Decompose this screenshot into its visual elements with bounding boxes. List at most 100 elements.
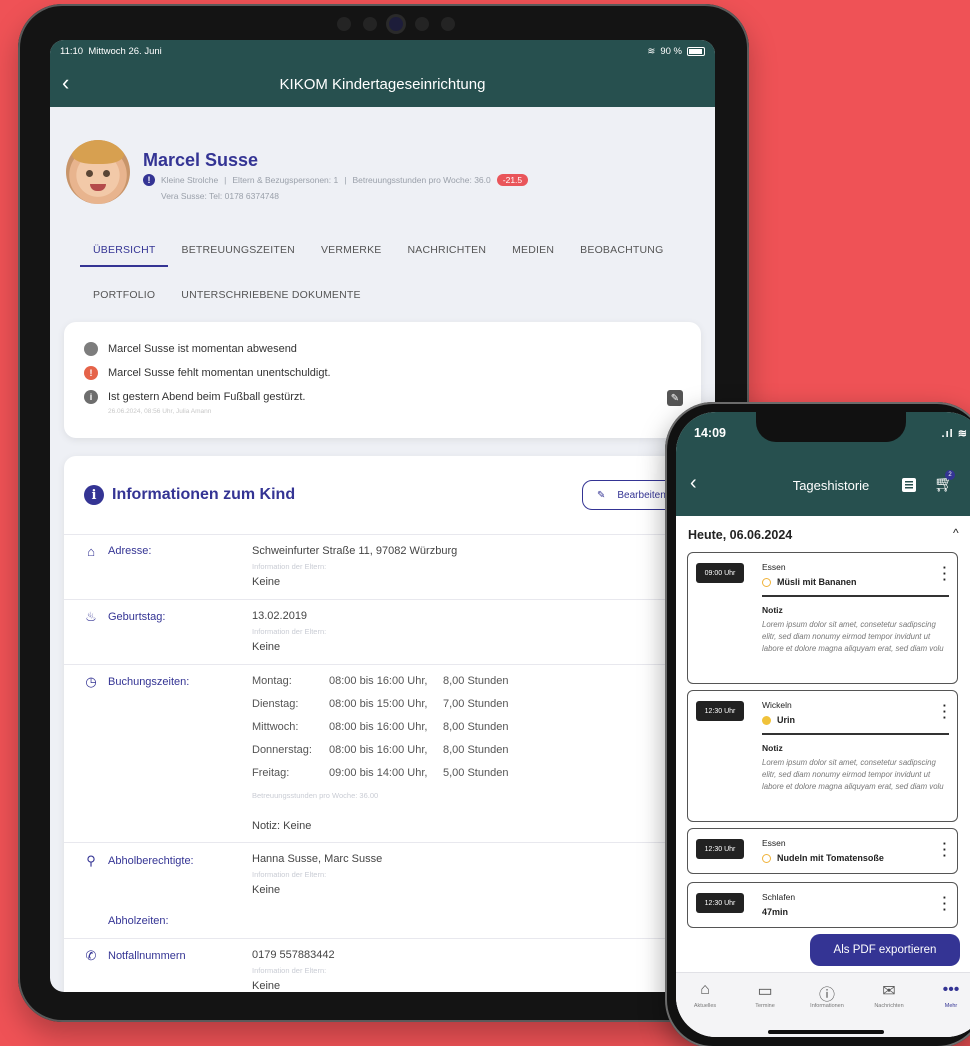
tab-betreuungszeiten[interactable]: BETREUUNGSZEITEN [168, 236, 307, 267]
pickup-label: ⚲ Abholberechtigte: [84, 853, 193, 868]
phone-status-time: 14:09 [694, 426, 726, 440]
more-vertical-icon[interactable]: · · · [943, 837, 947, 862]
tab-bar: ÜBERSICHT BETREUUNGSZEITEN VERMERKE NACH… [80, 236, 690, 310]
phone-screen: 14:09 .ıl ≋ ‹ Tageshistorie 🛒︎ 2 Heute, … [676, 412, 970, 1037]
tab-portfolio[interactable]: PORTFOLIO [80, 281, 168, 310]
address-label: ⌂ Adresse: [84, 544, 151, 559]
mail-icon: ✉ [882, 983, 896, 1000]
export-pdf-button[interactable]: Als PDF exportieren [810, 934, 960, 966]
status-badge: -21.5 [496, 174, 529, 186]
phone-device: 14:09 .ıl ≋ ‹ Tageshistorie 🛒︎ 2 Heute, … [665, 402, 970, 1046]
address-parent-info: Keine [252, 576, 281, 588]
booking-row: Mittwoch: 08:00 bis 16:00 Uhr, 8,00 Stunde… [252, 721, 509, 733]
battery-percent: 90 % [660, 45, 682, 57]
tab-uebersicht[interactable]: ÜBERSICHT [80, 236, 169, 267]
child-parents-count: Eltern & Bezugspersonen: 1 [232, 175, 339, 185]
nav-item-mehr[interactable]: ••• Mehr [922, 981, 970, 1009]
entry-note: Lorem ipsum dolor sit amet, consetetur s… [762, 620, 944, 653]
signal-icon: .ıl ≋ [941, 427, 968, 440]
child-weekly-hours: Betreuungsstunden pro Woche: 36.0 [352, 175, 491, 185]
parent-info-label: Information der Eltern: [252, 870, 327, 879]
pencil-icon: ✎ [597, 489, 606, 501]
tab-vermerke[interactable]: VERMERKE [308, 236, 395, 267]
entry-note-label: Notiz [762, 743, 783, 753]
entry-type: Wickeln [762, 700, 792, 710]
edit-note-icon[interactable]: ✎ [667, 390, 683, 406]
emergency-label: ✆ Notfallnummern [85, 948, 186, 963]
person-icon: ⚲ [86, 853, 96, 868]
nav-item-informationen[interactable]: ⓘ Informationen [798, 981, 856, 1009]
birthday-value: 13.02.2019 [252, 610, 308, 622]
avatar [66, 140, 130, 204]
date-heading: Heute, 06.06.2024 [688, 528, 793, 542]
calendar-icon: ▭ [757, 983, 773, 1000]
tab-unterschriebene-dokumente[interactable]: UNTERSCHRIEBENE DOKUMENTE [168, 281, 373, 310]
parent-info-label: Information der Eltern: [252, 562, 327, 571]
list-icon[interactable] [902, 478, 916, 492]
cart-count-badge: 2 [945, 470, 955, 480]
tablet-camera [336, 16, 456, 32]
tablet-status-bar: 11:10 Mittwoch 26. Juni ≋ 90 % [50, 40, 715, 62]
tablet-device: 11:10 Mittwoch 26. Juni ≋ 90 % ‹ KIKOM Ki… [18, 4, 749, 1022]
entry-time: 12:30 Uhr [696, 893, 744, 913]
status-date: Mittwoch 26. Juni [88, 45, 162, 57]
status-dot-icon [762, 577, 771, 587]
app-title: KIKOM Kindertageseinrichtung [279, 76, 486, 93]
entry-value: Urin [762, 715, 795, 725]
entry-type: Schlafen [762, 892, 796, 902]
booking-note: Notiz: Keine [252, 820, 312, 832]
child-info-card: i Informationen zum Kind ✎ Bearbeiten ⌂ A… [64, 456, 712, 992]
cake-icon: ♨ [85, 609, 97, 624]
phone-nav-title: Tageshistorie [792, 477, 870, 493]
alert-note: i Ist gestern Abend beim Fußball gestürz… [84, 390, 306, 404]
info-icon: ⓘ [818, 987, 835, 1004]
pickup-value: Hanna Susse, Marc Susse [252, 853, 383, 865]
list-item[interactable]: 12:30 Uhr Schlafen 47min · · · [687, 882, 958, 928]
alert-note-meta: 26.06.2024, 08:56 Uhr, Julia Amann [108, 408, 212, 415]
info-icon: i [84, 390, 98, 404]
nav-item-termine[interactable]: ▭ Termine [736, 981, 794, 1009]
warning-icon: ! [143, 174, 155, 186]
more-vertical-icon[interactable]: · · · [943, 561, 947, 586]
booking-row: Freitag: 09:00 bis 14:00 Uhr, 5,00 Stunden [252, 767, 509, 779]
back-icon[interactable]: ‹ [62, 72, 69, 94]
chevron-up-icon[interactable]: ^ [953, 526, 959, 540]
entry-value: Müsli mit Bananen [762, 577, 857, 587]
tab-nachrichten[interactable]: NACHRICHTEN [394, 236, 499, 267]
status-time: 11:10 [60, 45, 84, 57]
pickup-times-label: Abholzeiten: [108, 915, 169, 927]
bottom-nav: ⌂ Aktuelles ▭ Termine ⓘ Informationen ✉ Nach… [676, 972, 970, 1037]
emergency-parent-info: Keine [252, 980, 281, 992]
info-icon: i [84, 485, 104, 505]
back-icon[interactable]: ‹ [690, 472, 697, 495]
booking-total: Betreuungsstunden pro Woche: 36.00 [252, 791, 379, 800]
nav-item-aktuelles[interactable]: ⌂ Aktuelles [676, 981, 734, 1009]
tab-medien[interactable]: MEDIEN [499, 236, 567, 267]
more-vertical-icon[interactable]: · · · [943, 891, 947, 916]
pickup-parent-info: Keine [252, 884, 281, 896]
phone-notch [756, 412, 906, 442]
list-item[interactable]: 09:00 Uhr Essen Müsli mit Bananen · · · No… [687, 552, 958, 684]
entry-time: 12:30 Uhr [696, 839, 744, 859]
entry-note-label: Notiz [762, 605, 783, 615]
more-icon: ••• [942, 981, 960, 998]
parent-contact: Vera Susse: Tel: 0178 6374748 [161, 191, 279, 201]
booking-label: ◷ Buchungszeiten: [85, 674, 190, 689]
child-name: Marcel Susse [143, 150, 259, 170]
tablet-screen: 11:10 Mittwoch 26. Juni ≋ 90 % ‹ KIKOM Ki… [50, 40, 715, 992]
home-indicator [768, 1030, 884, 1034]
booking-row: Montag: 08:00 bis 16:00 Uhr, 8,00 Stunden [252, 675, 509, 687]
birthday-label: ♨ Geburtstag: [85, 609, 166, 624]
booking-row: Donnerstag: 08:00 bis 16:00 Uhr, 8,00 Stun… [252, 744, 509, 756]
list-item[interactable]: 12:30 Uhr Essen Nudeln mit Tomatensoße ·… [687, 828, 958, 874]
entry-time: 12:30 Uhr [696, 701, 744, 721]
tab-beobachtung[interactable]: BEOBACHTUNG [567, 236, 676, 267]
more-vertical-icon[interactable]: · · · [943, 699, 947, 724]
address-value: Schweinfurter Straße 11, 97082 Würzburg [252, 545, 458, 557]
nav-item-nachrichten[interactable]: ✉ Nachrichten [860, 981, 918, 1009]
absent-icon [84, 342, 98, 356]
home-icon: ⌂ [700, 981, 710, 998]
entry-note: Lorem ipsum dolor sit amet, consetetur s… [762, 758, 944, 791]
list-item[interactable]: 12:30 Uhr Wickeln Urin · · · Notiz Lorem i… [687, 690, 958, 822]
child-profile-header: Marcel Susse ! Kleine Strolche | Eltern … [66, 140, 706, 215]
